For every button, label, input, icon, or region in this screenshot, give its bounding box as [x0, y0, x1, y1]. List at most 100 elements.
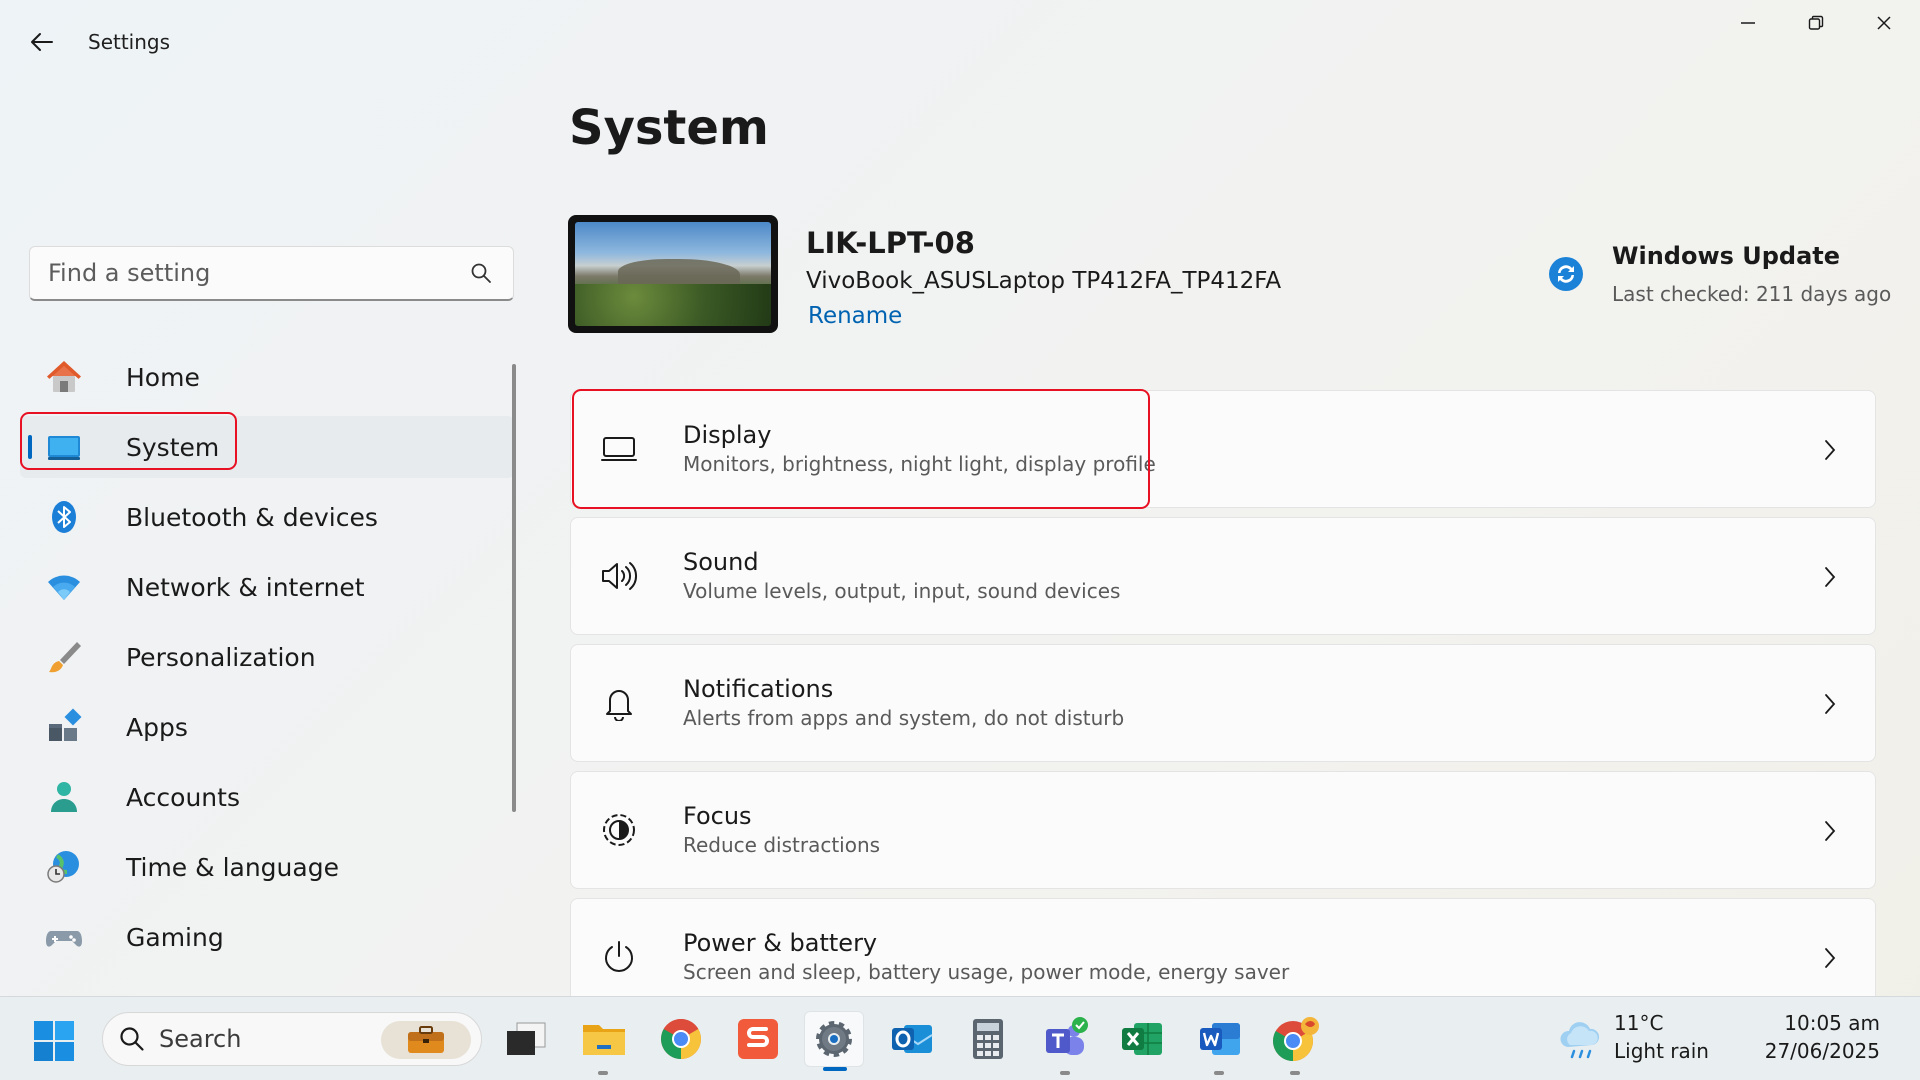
card-focus[interactable]: Focus Reduce distractions	[570, 771, 1876, 889]
laptop-system-icon	[44, 427, 84, 467]
close-button[interactable]	[1850, 0, 1918, 46]
device-name: LIK-LPT-08	[806, 226, 975, 260]
home-icon	[44, 357, 84, 397]
card-subtitle: Monitors, brightness, night light, displ…	[683, 452, 1156, 476]
rename-link[interactable]: Rename	[808, 303, 902, 329]
taskbar-outlook[interactable]	[882, 1011, 942, 1067]
taskbar-chrome[interactable]	[651, 1011, 711, 1067]
sidebar-item-label: Accounts	[126, 782, 240, 812]
sidebar-item-gaming[interactable]: Gaming	[20, 906, 514, 968]
taskbar-search-label: Search	[159, 1025, 242, 1053]
sidebar-scrollbar[interactable]	[512, 364, 516, 812]
taskbar-teams[interactable]	[1036, 1011, 1096, 1075]
card-subtitle: Reduce distractions	[683, 833, 881, 857]
card-title: Notifications	[683, 675, 834, 703]
taskbar-calculator[interactable]	[958, 1011, 1018, 1067]
speaker-icon	[599, 556, 639, 596]
restore-icon	[1808, 15, 1824, 30]
minimize-button[interactable]	[1714, 0, 1782, 46]
briefcase-icon	[381, 1021, 471, 1059]
card-subtitle: Screen and sleep, battery usage, power m…	[683, 960, 1290, 984]
power-icon	[599, 937, 639, 977]
wifi-icon	[44, 567, 84, 607]
sidebar-item-label: System	[126, 432, 220, 462]
page-title: System	[569, 100, 769, 156]
start-button[interactable]	[30, 1017, 78, 1065]
chrome-icon	[661, 1019, 701, 1059]
card-title: Power & battery	[683, 929, 878, 957]
excel-icon	[1122, 1023, 1162, 1055]
sidebar-item-label: Gaming	[126, 922, 224, 952]
taskbar-settings[interactable]	[804, 1011, 864, 1071]
card-title: Sound	[683, 548, 759, 576]
card-title: Display	[683, 421, 772, 449]
cloud-rain-icon[interactable]	[1556, 1015, 1604, 1063]
weather-description[interactable]: Light rain	[1614, 1039, 1709, 1063]
card-display[interactable]: Display Monitors, brightness, night ligh…	[570, 390, 1876, 508]
settings-icon	[816, 1021, 852, 1057]
task-view-icon	[507, 1022, 546, 1055]
card-notifications[interactable]: Notifications Alerts from apps and syste…	[570, 644, 1876, 762]
sidebar-item-accounts[interactable]: Accounts	[20, 766, 514, 828]
windows-update-subtitle: Last checked: 211 days ago	[1612, 282, 1892, 306]
taskbar-task-view[interactable]	[496, 1011, 556, 1067]
settings-card-list: Display Monitors, brightness, night ligh…	[570, 390, 1876, 1025]
sidebar-item-personalization[interactable]: Personalization	[20, 626, 514, 688]
card-sound[interactable]: Sound Volume levels, output, input, soun…	[570, 517, 1876, 635]
bell-icon	[599, 683, 639, 723]
monitor-icon	[599, 429, 639, 469]
taskbar-search[interactable]: Search	[102, 1012, 482, 1066]
sidebar-item-label: Apps	[126, 712, 188, 742]
sidebar-item-label: Network & internet	[126, 572, 365, 602]
restore-button[interactable]	[1782, 0, 1850, 46]
window-title: Settings	[88, 30, 171, 54]
sidebar-item-label: Personalization	[126, 642, 316, 672]
globe-clock-icon	[44, 847, 84, 887]
arrow-left-icon	[31, 33, 53, 51]
close-icon	[1877, 16, 1891, 30]
sidebar-item-apps[interactable]: Apps	[20, 696, 514, 758]
sidebar-nav: Home System Bluetooth & devices Network …	[20, 346, 514, 976]
gamepad-icon	[44, 917, 84, 957]
search-input[interactable]	[48, 259, 467, 287]
person-icon	[44, 777, 84, 817]
clock-date[interactable]: 27/06/2025	[1765, 1039, 1880, 1063]
chrome-profile-icon	[1273, 1017, 1319, 1061]
bluetooth-icon	[44, 497, 84, 537]
sketch-app-icon	[738, 1019, 778, 1059]
taskbar-word[interactable]	[1190, 1011, 1250, 1075]
file-explorer-icon	[583, 1025, 625, 1055]
device-wallpaper-thumbnail	[568, 215, 778, 333]
sidebar-item-network[interactable]: Network & internet	[20, 556, 514, 618]
device-model: VivoBook_ASUSLaptop TP412FA_TP412FA	[806, 268, 1282, 294]
sidebar-item-bluetooth[interactable]: Bluetooth & devices	[20, 486, 514, 548]
back-button[interactable]	[22, 24, 62, 60]
chevron-right-icon	[1819, 944, 1841, 972]
taskbar: Search 11°C Light rain 10:05 am 27/06/20…	[0, 996, 1920, 1080]
windows-logo-icon	[34, 1021, 74, 1061]
weather-temperature[interactable]: 11°C	[1614, 1011, 1663, 1035]
windows-update-title[interactable]: Windows Update	[1612, 242, 1840, 270]
chevron-right-icon	[1819, 690, 1841, 718]
clock-time[interactable]: 10:05 am	[1784, 1011, 1880, 1035]
taskbar-file-explorer[interactable]	[574, 1011, 634, 1075]
sidebar-item-home[interactable]: Home	[20, 346, 514, 408]
chevron-right-icon	[1819, 563, 1841, 591]
teams-icon	[1046, 1017, 1088, 1055]
sidebar-item-system[interactable]: System	[20, 416, 514, 478]
search-icon[interactable]	[467, 259, 495, 287]
sync-icon[interactable]	[1548, 256, 1584, 292]
card-subtitle: Volume levels, output, input, sound devi…	[683, 579, 1121, 603]
calculator-icon	[973, 1019, 1003, 1059]
settings-search-box[interactable]	[29, 246, 514, 301]
taskbar-chrome-profile[interactable]	[1266, 1011, 1326, 1075]
apps-icon	[44, 707, 84, 747]
card-subtitle: Alerts from apps and system, do not dist…	[683, 706, 1125, 730]
search-icon	[120, 1027, 144, 1051]
chevron-right-icon	[1819, 817, 1841, 845]
sidebar-item-time-language[interactable]: Time & language	[20, 836, 514, 898]
taskbar-sketch-app[interactable]	[728, 1011, 788, 1067]
active-indicator	[28, 435, 32, 459]
minimize-icon	[1741, 22, 1755, 24]
taskbar-excel[interactable]	[1112, 1011, 1172, 1067]
